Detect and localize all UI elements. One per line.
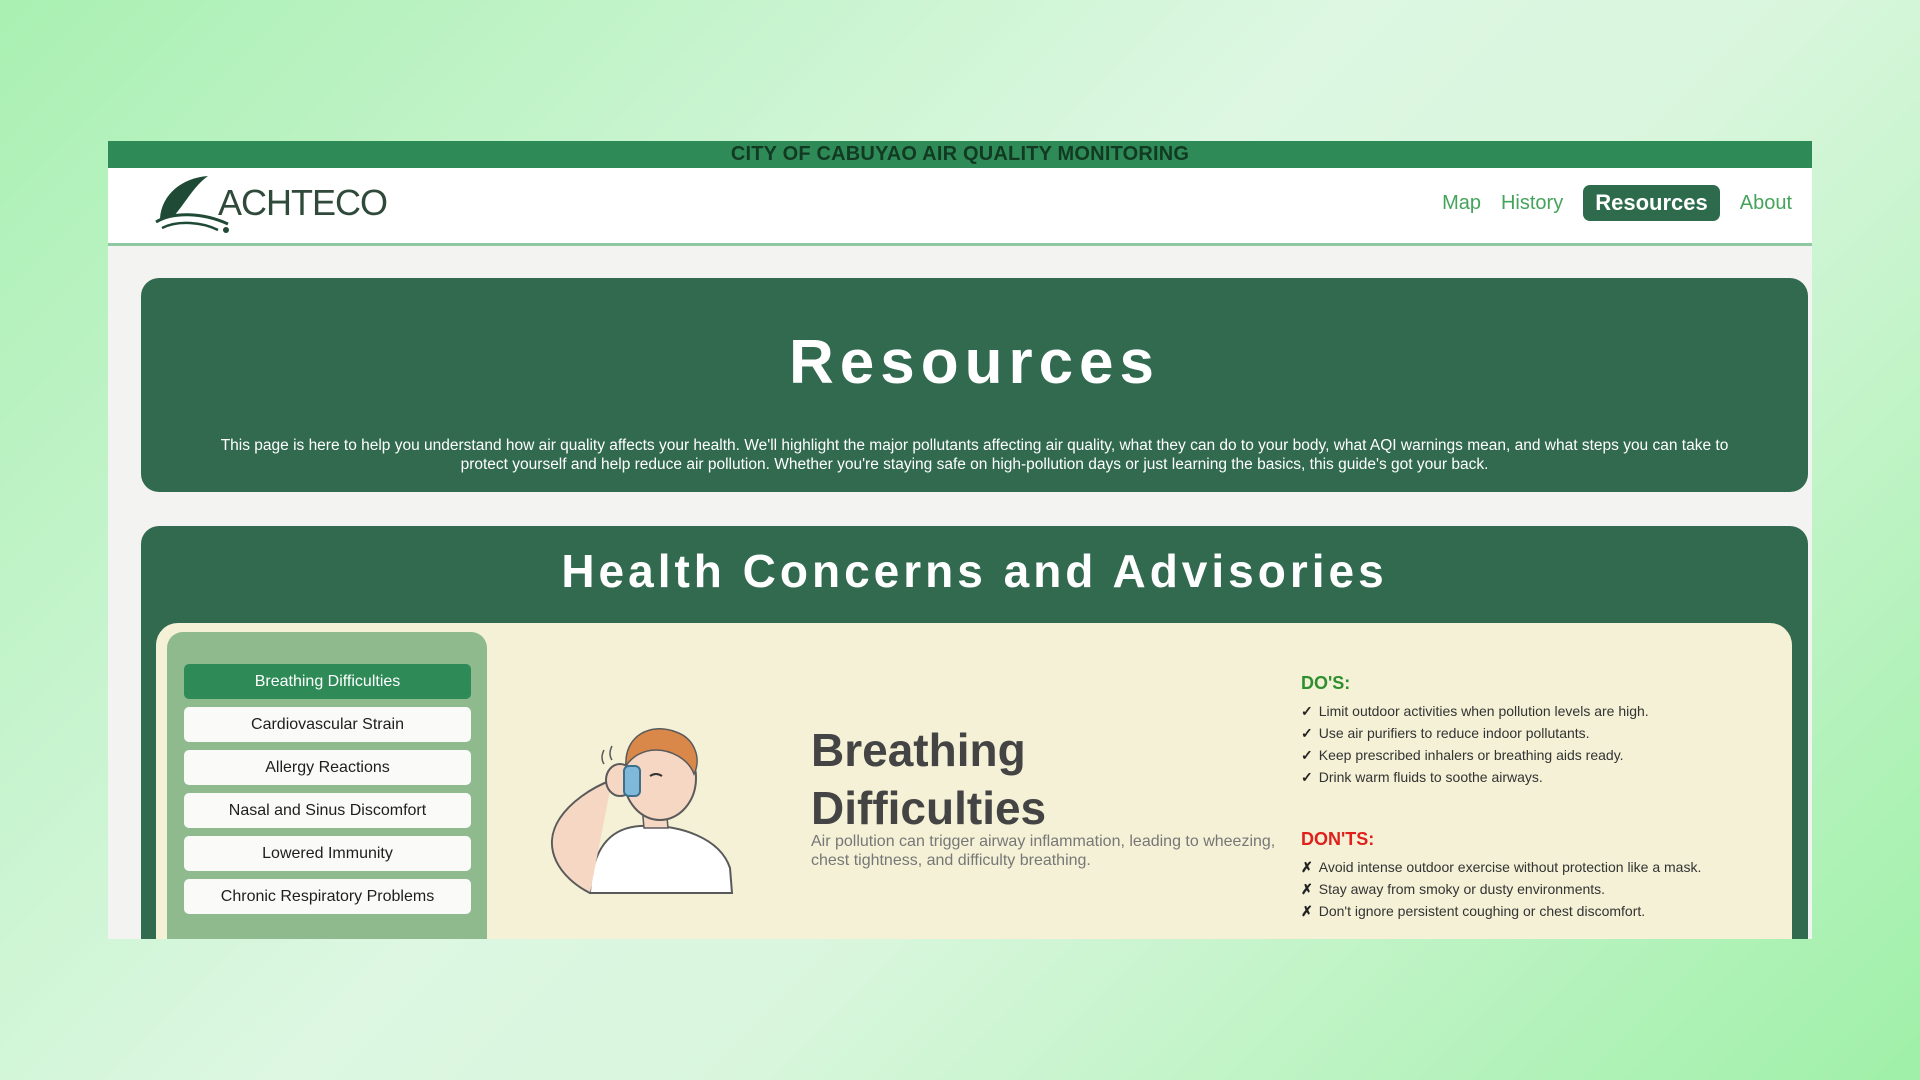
page-intro: This page is here to help you understand… — [220, 437, 1729, 473]
topic-allergy-reactions[interactable]: Allergy Reactions — [184, 750, 471, 785]
cross-icon: ✗ — [1301, 859, 1313, 875]
list-item: ✓ Limit outdoor activities when pollution… — [1301, 703, 1649, 719]
resources-hero: Resources This page is here to help you … — [141, 278, 1808, 492]
topic-breathing-difficulties[interactable]: Breathing Difficulties — [184, 664, 471, 699]
topic-nasal-sinus-discomfort[interactable]: Nasal and Sinus Discomfort — [184, 793, 471, 828]
site-banner: CITY OF CABUYAO AIR QUALITY MONITORING — [108, 141, 1812, 168]
achteco-logo[interactable]: ACHTECO — [152, 173, 388, 233]
list-item: ✓ Drink warm fluids to soothe airways. — [1301, 769, 1543, 785]
nav-resources-link[interactable]: Resources — [1583, 185, 1720, 221]
list-item: ✗ Don't ignore persistent coughing or che… — [1301, 903, 1646, 919]
dos-list: DO'S: ✓ Limit outdoor activities when pol… — [1301, 673, 1771, 788]
checkmark-icon: ✓ — [1301, 703, 1313, 719]
browser-viewport: CITY OF CABUYAO AIR QUALITY MONITORING A… — [108, 141, 1812, 939]
checkmark-icon: ✓ — [1301, 725, 1313, 741]
page-title: Resources — [788, 328, 1161, 397]
donts-heading: DON'TS: — [1301, 829, 1375, 849]
topic-lowered-immunity[interactable]: Lowered Immunity — [184, 836, 471, 871]
topic-detail-description: Air pollution can trigger airway inflamm… — [811, 833, 1276, 869]
logo-wordmark: ACHTECO — [218, 182, 388, 223]
topic-cardiovascular-strain[interactable]: Cardiovascular Strain — [184, 707, 471, 742]
navbar: ACHTECO Map History Resources About — [108, 168, 1812, 246]
nav-about-link[interactable]: About — [1740, 192, 1792, 215]
topic-detail-title: Breathing Difficulties — [811, 724, 1047, 834]
topic-sidebar: Breathing Difficulties Cardiovascular St… — [167, 632, 487, 939]
cross-icon: ✗ — [1301, 881, 1313, 897]
donts-list: DON'TS: ✗ Avoid intense outdoor exercise … — [1301, 829, 1771, 922]
list-item: ✓ Keep prescribed inhalers or breathing a… — [1301, 747, 1624, 763]
list-item: ✗ Stay away from smoky or dusty environme… — [1301, 881, 1606, 897]
main-nav: Map History Resources About — [1442, 185, 1792, 221]
cross-icon: ✗ — [1301, 903, 1313, 919]
list-item: ✓ Use air purifiers to reduce indoor poll… — [1301, 725, 1590, 741]
dos-heading: DO'S: — [1301, 673, 1351, 693]
nav-history-link[interactable]: History — [1501, 192, 1563, 215]
topic-chronic-respiratory[interactable]: Chronic Respiratory Problems — [184, 879, 471, 914]
checkmark-icon: ✓ — [1301, 769, 1313, 785]
health-panel: Breathing Difficulties Cardiovascular St… — [156, 623, 1792, 939]
health-section: Health Concerns and Advisories Breathing… — [141, 526, 1808, 939]
checkmark-icon: ✓ — [1301, 747, 1313, 763]
inhaler-person-illustration — [520, 688, 740, 898]
nav-map-link[interactable]: Map — [1442, 192, 1481, 215]
health-section-title: Health Concerns and Advisories — [561, 545, 1388, 597]
list-item: ✗ Avoid intense outdoor exercise without … — [1301, 859, 1702, 875]
